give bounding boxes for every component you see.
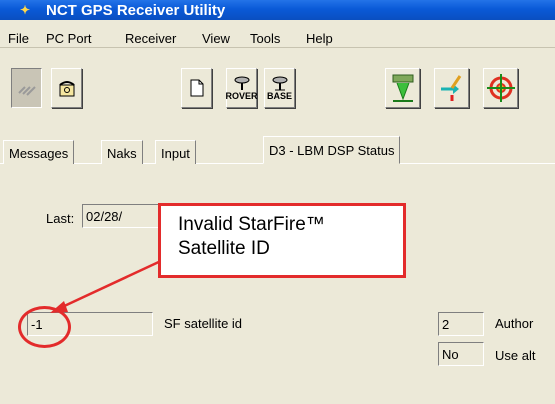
menu-help[interactable]: Help	[306, 31, 333, 46]
position-arrows-icon	[440, 75, 461, 101]
author-value: 2	[442, 317, 450, 332]
annotation-callout: Invalid StarFire™ Satellite ID	[158, 203, 406, 278]
tab-naks[interactable]: Naks	[101, 140, 143, 164]
author-field: 2	[438, 312, 484, 336]
app-star-icon: ✦	[20, 3, 31, 17]
target-crosshair-icon	[486, 74, 515, 102]
tab-input[interactable]: Input	[155, 140, 196, 164]
callout-line-1: Invalid StarFire™	[178, 214, 325, 235]
sf-satellite-id-label: SF satellite id	[164, 316, 243, 331]
use-alt-field: No	[438, 342, 484, 366]
target-button[interactable]	[483, 68, 518, 108]
rover-label: ROVER	[225, 91, 258, 101]
menu-view[interactable]: View	[202, 31, 230, 46]
callout-line-2: Satellite ID	[178, 238, 270, 259]
last-label: Last:	[46, 211, 75, 226]
new-document-icon	[190, 79, 203, 97]
menu-file[interactable]: File	[8, 31, 29, 46]
base-button[interactable]: BASE	[264, 68, 295, 108]
position-button[interactable]	[434, 68, 469, 108]
rover-antenna-icon	[234, 76, 249, 90]
use-alt-value: No	[442, 347, 459, 362]
phone-icon	[58, 81, 75, 97]
author-label: Author	[495, 316, 534, 331]
title-bar: ✦ NCT GPS Receiver Utility	[0, 0, 555, 20]
app-window: ✦ NCT GPS Receiver Utility File PC Port …	[0, 0, 555, 404]
new-document-button[interactable]	[181, 68, 212, 108]
satellite-download-icon	[392, 74, 413, 102]
connect-button[interactable]	[11, 68, 42, 108]
last-time-value: 02/28/	[86, 209, 123, 224]
phone-button[interactable]	[51, 68, 82, 108]
menu-tools[interactable]: Tools	[250, 31, 280, 46]
connect-icon	[17, 86, 36, 96]
menu-pc-port[interactable]: PC Port	[46, 31, 92, 46]
use-alt-label: Use alt	[495, 348, 536, 363]
base-antenna-icon	[272, 76, 287, 91]
tab-messages[interactable]: Messages	[3, 140, 75, 164]
menu-bar: File PC Port Receiver View Tools Help	[0, 28, 555, 48]
menu-receiver[interactable]: Receiver	[125, 31, 176, 46]
satellite-download-button[interactable]	[385, 68, 420, 108]
toolbar: ROVER BASE	[0, 60, 555, 118]
rover-button[interactable]: ROVER	[225, 68, 258, 108]
window-title: NCT GPS Receiver Utility	[46, 2, 226, 19]
tab-d3-lbm-dsp-status[interactable]: D3 - LBM DSP Status	[263, 136, 401, 164]
annotation-circle	[18, 306, 71, 348]
tab-strip: Messages Naks Input D3 - LBM DSP Status	[0, 134, 555, 164]
base-label: BASE	[266, 91, 292, 101]
